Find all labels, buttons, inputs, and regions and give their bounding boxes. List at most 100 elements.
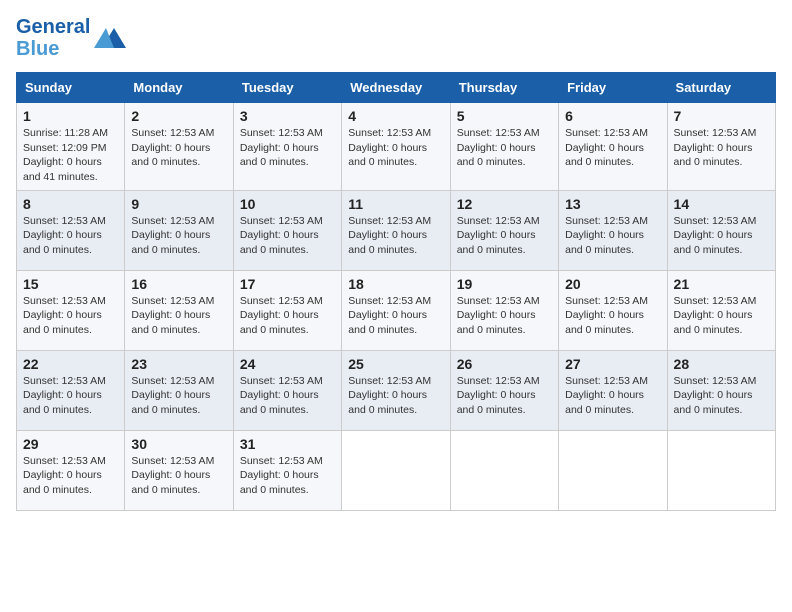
week-row-5: 29 Sunset: 12:53 AM Daylight: 0 hours and… (17, 430, 776, 510)
day-number: 2 (131, 108, 226, 124)
day-number: 12 (457, 196, 552, 212)
logo-icon (94, 24, 126, 52)
day-number: 23 (131, 356, 226, 372)
day-info: Sunset: 12:53 AM Daylight: 0 hours and 0… (457, 214, 552, 258)
day-number: 19 (457, 276, 552, 292)
calendar-cell: 8Sunset: 12:53 AM Daylight: 0 hours and … (17, 190, 125, 270)
col-header-thursday: Thursday (450, 73, 558, 103)
day-info: Sunset: 12:53 AM Daylight: 0 hours and 0… (131, 374, 226, 418)
day-number: 24 (240, 356, 335, 372)
calendar-cell: 21 Sunset: 12:53 AM Daylight: 0 hours and… (667, 270, 775, 350)
day-number: 7 (674, 108, 769, 124)
day-info: Sunset: 12:53 AM Daylight: 0 hours and 0… (674, 374, 769, 418)
day-info: Sunset: 12:53 AM Daylight: 0 hours and 0… (565, 126, 660, 170)
calendar-cell: 16Sunset: 12:53 AM Daylight: 0 hours and… (125, 270, 233, 350)
day-number: 21 (674, 276, 769, 292)
calendar-cell: 15 Sunset: 12:53 AM Daylight: 0 hours and… (17, 270, 125, 350)
week-row-3: 15 Sunset: 12:53 AM Daylight: 0 hours and… (17, 270, 776, 350)
week-row-2: 8Sunset: 12:53 AM Daylight: 0 hours and … (17, 190, 776, 270)
day-info: Sunset: 12:53 AM Daylight: 0 hours and 0… (348, 214, 443, 258)
day-number: 27 (565, 356, 660, 372)
calendar-cell: 3 Sunset: 12:53 AM Daylight: 0 hours and … (233, 103, 341, 191)
day-number: 29 (23, 436, 118, 452)
day-number: 9 (131, 196, 226, 212)
week-row-1: 1 Sunrise: 11:28 AM Sunset: 12:09 PM Dayl… (17, 103, 776, 191)
day-info: Sunrise: 11:28 AM Sunset: 12:09 PM Dayli… (23, 126, 118, 185)
day-info: Sunset: 12:53 AM Daylight: 0 hours and 0… (348, 294, 443, 338)
calendar-cell (342, 430, 450, 510)
day-number: 16 (131, 276, 226, 292)
calendar-cell: 4 Sunset: 12:53 AM Daylight: 0 hours and … (342, 103, 450, 191)
calendar-cell: 30 Sunset: 12:53 AM Daylight: 0 hours and… (125, 430, 233, 510)
calendar-cell: 13 Sunset: 12:53 AM Daylight: 0 hours and… (559, 190, 667, 270)
day-info: Sunset: 12:53 AM Daylight: 0 hours and 0… (457, 294, 552, 338)
day-number: 25 (348, 356, 443, 372)
day-info: Sunset: 12:53 AM Daylight: 0 hours and 0… (348, 374, 443, 418)
calendar-cell: 17Sunset: 12:53 AM Daylight: 0 hours and… (233, 270, 341, 350)
day-info: Sunset: 12:53 AM Daylight: 0 hours and 0… (131, 214, 226, 258)
day-info: Sunset: 12:53 AM Daylight: 0 hours and 0… (131, 454, 226, 498)
day-info: Sunset: 12:53 AM Daylight: 0 hours and 0… (23, 294, 118, 338)
calendar-cell: 25 Sunset: 12:53 AM Daylight: 0 hours and… (342, 350, 450, 430)
day-number: 15 (23, 276, 118, 292)
day-info: Sunset: 12:53 AM Daylight: 0 hours and 0… (457, 374, 552, 418)
calendar-cell: 12 Sunset: 12:53 AM Daylight: 0 hours and… (450, 190, 558, 270)
col-header-friday: Friday (559, 73, 667, 103)
calendar-cell: 27 Sunset: 12:53 AM Daylight: 0 hours and… (559, 350, 667, 430)
calendar-cell: 24 Sunset: 12:53 AM Daylight: 0 hours and… (233, 350, 341, 430)
day-info: Sunset: 12:53 AM Daylight: 0 hours and 0… (23, 374, 118, 418)
col-header-sunday: Sunday (17, 73, 125, 103)
calendar-cell (559, 430, 667, 510)
week-row-4: 22 Sunset: 12:53 AM Daylight: 0 hours and… (17, 350, 776, 430)
day-number: 28 (674, 356, 769, 372)
day-info: Sunset: 12:53 AM Daylight: 0 hours and 0… (131, 126, 226, 170)
logo-text: GeneralBlue (16, 16, 90, 60)
day-info: Sunset: 12:53 AM Daylight: 0 hours and 0… (565, 294, 660, 338)
day-number: 30 (131, 436, 226, 452)
day-number: 13 (565, 196, 660, 212)
calendar-cell: 7Sunset: 12:53 AM Daylight: 0 hours and … (667, 103, 775, 191)
day-info: Sunset: 12:53 AM Daylight: 0 hours and 0… (348, 126, 443, 170)
day-number: 31 (240, 436, 335, 452)
calendar-cell: 5 Sunset: 12:53 AM Daylight: 0 hours and … (450, 103, 558, 191)
day-info: Sunset: 12:53 AM Daylight: 0 hours and 0… (457, 126, 552, 170)
calendar-cell (667, 430, 775, 510)
day-info: Sunset: 12:53 AM Daylight: 0 hours and 0… (565, 374, 660, 418)
calendar-cell: 14Sunset: 12:53 AM Daylight: 0 hours and… (667, 190, 775, 270)
calendar-cell: 23 Sunset: 12:53 AM Daylight: 0 hours and… (125, 350, 233, 430)
day-info: Sunset: 12:53 AM Daylight: 0 hours and 0… (240, 214, 335, 258)
day-number: 4 (348, 108, 443, 124)
calendar-cell: 18Sunset: 12:53 AM Daylight: 0 hours and… (342, 270, 450, 350)
col-header-wednesday: Wednesday (342, 73, 450, 103)
day-number: 5 (457, 108, 552, 124)
day-number: 22 (23, 356, 118, 372)
col-header-saturday: Saturday (667, 73, 775, 103)
day-info: Sunset: 12:53 AM Daylight: 0 hours and 0… (565, 214, 660, 258)
calendar-cell: 9 Sunset: 12:53 AM Daylight: 0 hours and … (125, 190, 233, 270)
day-number: 20 (565, 276, 660, 292)
calendar-cell: 2 Sunset: 12:53 AM Daylight: 0 hours and … (125, 103, 233, 191)
calendar-cell: 19 Sunset: 12:53 AM Daylight: 0 hours and… (450, 270, 558, 350)
day-number: 1 (23, 108, 118, 124)
day-number: 6 (565, 108, 660, 124)
calendar-cell: 11Sunset: 12:53 AM Daylight: 0 hours and… (342, 190, 450, 270)
day-number: 3 (240, 108, 335, 124)
calendar-cell: 10 Sunset: 12:53 AM Daylight: 0 hours and… (233, 190, 341, 270)
day-info: Sunset: 12:53 AM Daylight: 0 hours and 0… (23, 214, 118, 258)
calendar-cell: 29 Sunset: 12:53 AM Daylight: 0 hours and… (17, 430, 125, 510)
calendar-cell: 28 Sunset: 12:53 AM Daylight: 0 hours and… (667, 350, 775, 430)
calendar-cell: 26Sunset: 12:53 AM Daylight: 0 hours and… (450, 350, 558, 430)
day-info: Sunset: 12:53 AM Daylight: 0 hours and 0… (23, 454, 118, 498)
logo: GeneralBlue (16, 16, 126, 60)
calendar-cell: 6 Sunset: 12:53 AM Daylight: 0 hours and … (559, 103, 667, 191)
calendar-cell: 20 Sunset: 12:53 AM Daylight: 0 hours and… (559, 270, 667, 350)
day-info: Sunset: 12:53 AM Daylight: 0 hours and 0… (674, 214, 769, 258)
col-header-tuesday: Tuesday (233, 73, 341, 103)
calendar-cell: 1 Sunrise: 11:28 AM Sunset: 12:09 PM Dayl… (17, 103, 125, 191)
day-info: Sunset: 12:53 AM Daylight: 0 hours and 0… (240, 126, 335, 170)
day-info: Sunset: 12:53 AM Daylight: 0 hours and 0… (674, 294, 769, 338)
col-header-monday: Monday (125, 73, 233, 103)
day-info: Sunset: 12:53 AM Daylight: 0 hours and 0… (240, 374, 335, 418)
day-info: Sunset: 12:53 AM Daylight: 0 hours and 0… (240, 454, 335, 498)
day-number: 10 (240, 196, 335, 212)
